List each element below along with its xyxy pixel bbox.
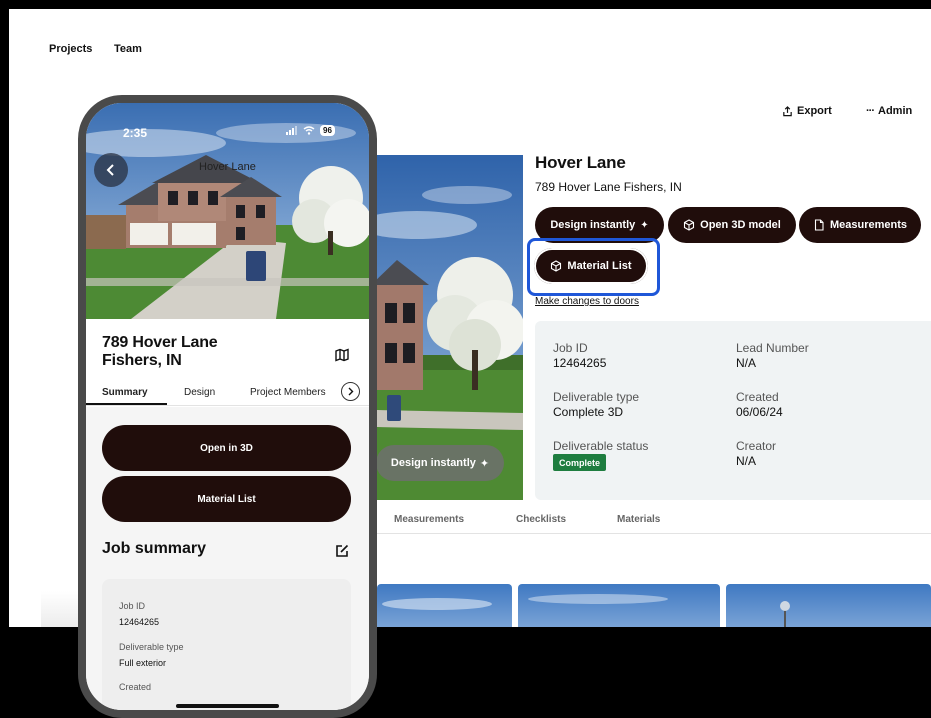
phone-material-list-button[interactable]: Material List (102, 476, 351, 522)
cube-icon (684, 219, 695, 231)
design-instantly-label: Design instantly (550, 219, 636, 231)
address-line-2: Fishers, IN (102, 352, 182, 369)
address-line-1: 789 Hover Lane (102, 334, 218, 351)
material-list-button[interactable]: Material List (534, 248, 648, 284)
measurements-label: Measurements (829, 219, 908, 231)
material-list-label: Material List (567, 260, 632, 272)
nav-team[interactable]: Team (114, 43, 142, 55)
photo-thumbnail[interactable] (377, 584, 512, 627)
nav-projects[interactable]: Projects (49, 43, 92, 55)
phone-material-list-label: Material List (197, 493, 256, 505)
deliverable-type-value: Complete 3D (553, 405, 624, 419)
open-in-3d-button[interactable]: Open in 3D (102, 425, 351, 471)
status-badge: Complete (553, 454, 607, 471)
edit-icon[interactable] (335, 544, 349, 558)
map-icon[interactable] (335, 348, 349, 362)
created-label: Created (736, 390, 779, 404)
creator-value: N/A (736, 454, 757, 468)
phone-mockup: 2:35 96 Hover Lane 789 Hover Lane Fisher… (78, 95, 377, 718)
photo-thumbnail[interactable] (726, 584, 931, 627)
created-value: 06/06/24 (736, 405, 783, 419)
job-id-value: 12464265 (119, 617, 160, 627)
deliverable-type-label: Deliverable type (119, 642, 184, 652)
lead-number-label: Lead Number (736, 341, 809, 355)
stage: Projects Team Export ··· Admin Design in… (0, 0, 931, 718)
created-label: Created (119, 682, 152, 692)
photo-caption: Hover Lane (199, 161, 256, 173)
phone-address: 789 Hover Lane Fishers, IN (102, 334, 218, 370)
open-in-3d-label: Open in 3D (200, 442, 253, 454)
tab-divider (377, 533, 931, 534)
tab-checklists[interactable]: Checklists (516, 514, 566, 525)
sparkle-icon: ✦ (640, 219, 649, 231)
signal-icon (286, 126, 297, 135)
chevron-right-icon (348, 387, 354, 396)
deliverable-type-label: Deliverable type (553, 390, 640, 404)
battery-icon: 96 (320, 125, 335, 136)
cube-icon (551, 260, 562, 272)
measurements-button[interactable]: Measurements (799, 207, 921, 243)
job-id-label: Job ID (119, 601, 146, 611)
open-3d-model-button[interactable]: Open 3D model (668, 207, 796, 243)
phone-content: Open in 3D Material List Job summary Job… (86, 407, 369, 710)
hero-design-instantly-button[interactable]: Design instantly ✦ (376, 445, 504, 481)
tab-summary[interactable]: Summary (102, 387, 148, 398)
photo-thumbnail[interactable] (518, 584, 720, 627)
property-title: Hover Lane (535, 153, 626, 172)
admin-label: Admin (878, 105, 913, 117)
hero-design-label: Design instantly (390, 457, 476, 469)
chevron-left-icon (106, 164, 114, 176)
document-icon (814, 219, 824, 231)
tab-materials[interactable]: Materials (617, 514, 660, 525)
creator-label: Creator (736, 439, 777, 453)
admin-button[interactable]: ··· Admin (866, 105, 912, 117)
property-address: 789 Hover Lane Fishers, IN (535, 180, 682, 194)
home-indicator[interactable] (176, 704, 279, 708)
status-bar-icons: 96 (286, 125, 335, 136)
job-id-label: Job ID (553, 341, 588, 355)
tab-project-members[interactable]: Project Members (250, 387, 326, 398)
make-changes-link[interactable]: Make changes to doors (535, 296, 639, 307)
tab-measurements[interactable]: Measurements (394, 514, 464, 525)
job-summary-card: Job ID 12464265 Deliverable type Full ex… (102, 579, 351, 710)
status-bar-time: 2:35 (123, 126, 148, 140)
wifi-icon (303, 126, 315, 135)
export-label: Export (797, 105, 832, 117)
active-tab-underline (86, 403, 167, 405)
deliverable-status-label: Deliverable status (553, 439, 649, 453)
job-id-value: 12464265 (553, 356, 607, 370)
job-summary-heading: Job summary (102, 540, 207, 557)
tab-design[interactable]: Design (184, 387, 215, 398)
sparkle-icon: ✦ (479, 457, 490, 470)
share-icon (783, 105, 792, 116)
back-button[interactable] (94, 153, 128, 187)
lead-number-value: N/A (736, 356, 757, 370)
tab-scroll-button[interactable] (341, 382, 360, 401)
export-button[interactable]: Export (782, 105, 832, 117)
open-3d-model-label: Open 3D model (700, 219, 781, 231)
job-details-panel: Job ID 12464265 Lead Number N/A Delivera… (535, 321, 931, 500)
deliverable-type-value: Full exterior (119, 658, 167, 668)
more-icon: ··· (866, 105, 875, 117)
phone-tab-bar: Summary Design Project Members (86, 380, 369, 406)
